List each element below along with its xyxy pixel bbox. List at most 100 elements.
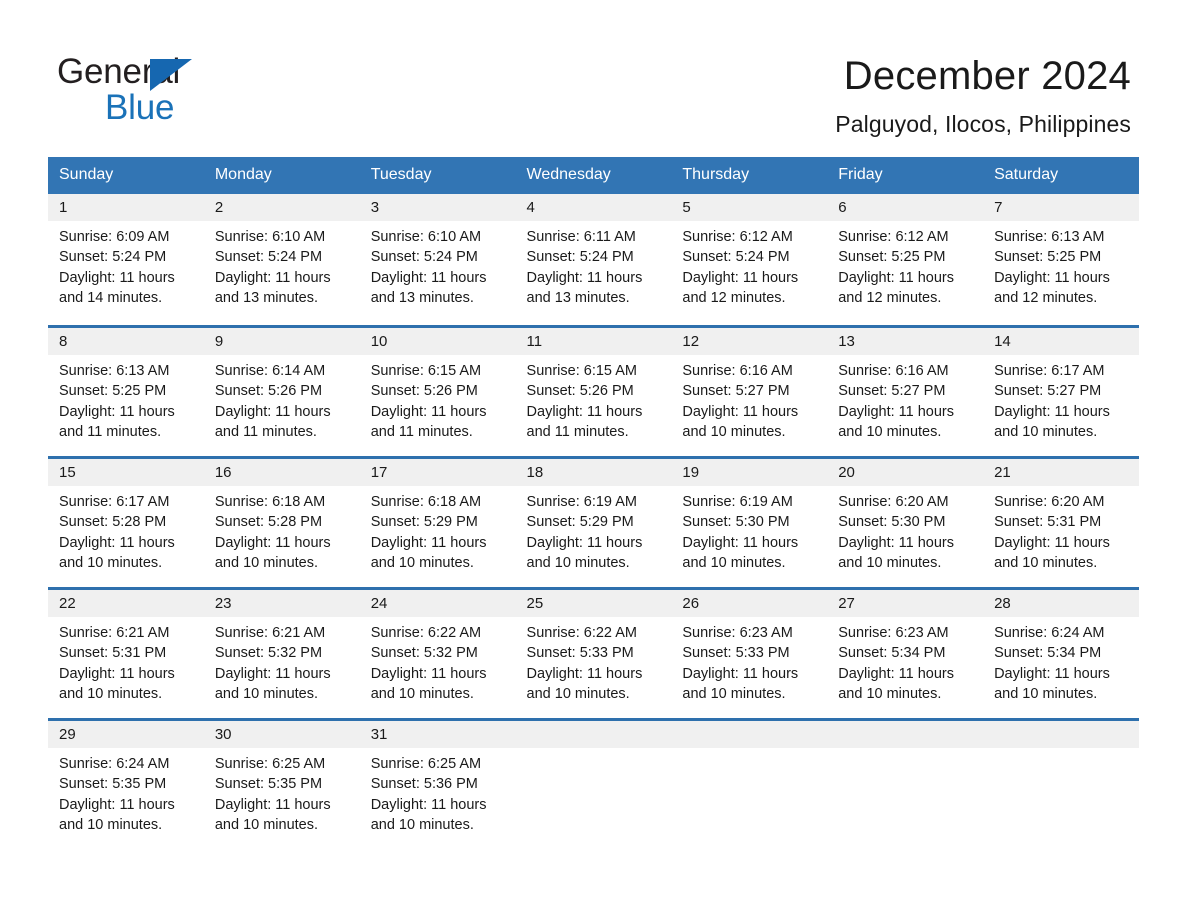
day-cell[interactable]: 14 Sunrise: 6:17 AM Sunset: 5:27 PM Dayligh… xyxy=(983,325,1139,456)
daylight-text-line1: Daylight: 11 hours xyxy=(214,665,331,682)
daylight-text-line1: Daylight: 11 hours xyxy=(214,534,331,551)
sunrise-text: Sunrise: 6:23 AM xyxy=(682,625,793,641)
sunrise-text: Sunrise: 6:09 AM xyxy=(59,229,170,245)
sunset-text: Sunset: 5:31 PM xyxy=(994,514,1102,531)
sunset-text: Sunset: 5:30 PM xyxy=(682,514,790,531)
daylight-text-line1: Daylight: 11 hours xyxy=(370,665,487,682)
day-cell-empty xyxy=(671,718,828,849)
day-number: 28 xyxy=(994,595,1011,612)
day-number: 20 xyxy=(838,464,855,481)
weekday-header-wednesday: Wednesday xyxy=(515,157,672,194)
sunrise-text: Sunrise: 6:20 AM xyxy=(838,494,949,510)
daylight-text-line1: Daylight: 11 hours xyxy=(526,269,643,286)
day-number: 21 xyxy=(994,464,1011,481)
day-cell[interactable]: 2 Sunrise: 6:10 AM Sunset: 5:24 PM Daylight… xyxy=(203,194,360,325)
daylight-text-line1: Daylight: 11 hours xyxy=(682,403,799,420)
day-cell[interactable]: 21 Sunrise: 6:20 AM Sunset: 5:31 PM Dayligh… xyxy=(983,456,1139,587)
day-cell[interactable]: 25 Sunrise: 6:22 AM Sunset: 5:33 PM Dayligh… xyxy=(515,587,672,718)
day-cell[interactable]: 26 Sunrise: 6:23 AM Sunset: 5:33 PM Dayligh… xyxy=(671,587,828,718)
day-cell[interactable]: 1 Sunrise: 6:09 AM Sunset: 5:24 PM Daylight… xyxy=(48,194,204,325)
day-cell[interactable]: 28 Sunrise: 6:24 AM Sunset: 5:34 PM Dayligh… xyxy=(983,587,1139,718)
sunset-text: Sunset: 5:27 PM xyxy=(838,383,946,400)
day-cell[interactable]: 18 Sunrise: 6:19 AM Sunset: 5:29 PM Dayligh… xyxy=(515,456,672,587)
sunset-text: Sunset: 5:24 PM xyxy=(370,249,478,266)
daylight-text-line1: Daylight: 11 hours xyxy=(59,534,175,551)
week-row: 1 Sunrise: 6:09 AM Sunset: 5:24 PM Daylight… xyxy=(48,194,1139,325)
title-block: December 2024 Palguyod, Ilocos, Philippi… xyxy=(835,50,1131,140)
daylight-text-line1: Daylight: 11 hours xyxy=(370,796,487,813)
day-cell[interactable]: 27 Sunrise: 6:23 AM Sunset: 5:34 PM Dayligh… xyxy=(827,587,984,718)
daylight-text-line1: Daylight: 11 hours xyxy=(838,665,955,682)
day-cell[interactable]: 17 Sunrise: 6:18 AM Sunset: 5:29 PM Dayligh… xyxy=(359,456,516,587)
daylight-text-line2: and 10 minutes. xyxy=(59,817,163,834)
day-cell[interactable]: 5 Sunrise: 6:12 AM Sunset: 5:24 PM Daylight… xyxy=(671,194,828,325)
day-number: 30 xyxy=(214,726,232,743)
weekday-header-row: Sunday Monday Tuesday Wednesday Thursday… xyxy=(48,157,1139,194)
sunrise-text: Sunrise: 6:12 AM xyxy=(838,229,949,245)
daylight-text-line1: Daylight: 11 hours xyxy=(59,665,175,682)
day-cell[interactable]: 23 Sunrise: 6:21 AM Sunset: 5:32 PM Dayligh… xyxy=(203,587,360,718)
daylight-text-line2: and 10 minutes. xyxy=(526,686,630,703)
sunrise-text: Sunrise: 6:21 AM xyxy=(59,625,170,641)
day-cell-empty xyxy=(827,718,984,849)
sunrise-text: Sunrise: 6:11 AM xyxy=(526,229,636,245)
sunset-text: Sunset: 5:27 PM xyxy=(994,383,1102,400)
day-number: 14 xyxy=(994,333,1011,350)
daylight-text-line2: and 10 minutes. xyxy=(214,686,319,703)
daylight-text-line2: and 14 minutes. xyxy=(59,290,163,307)
weekday-header-saturday: Saturday xyxy=(983,157,1139,194)
weekday-header-thursday: Thursday xyxy=(671,157,828,194)
day-cell[interactable]: 13 Sunrise: 6:16 AM Sunset: 5:27 PM Dayligh… xyxy=(827,325,984,456)
sunrise-text: Sunrise: 6:14 AM xyxy=(214,363,326,379)
sunset-text: Sunset: 5:24 PM xyxy=(214,249,323,266)
generalblue-logo[interactable]: General Blue xyxy=(57,52,357,132)
day-cell[interactable]: 30 Sunrise: 6:25 AM Sunset: 5:35 PM Dayligh… xyxy=(203,718,360,849)
day-cell[interactable]: 12 Sunrise: 6:16 AM Sunset: 5:27 PM Dayligh… xyxy=(671,325,828,456)
daylight-text-line2: and 11 minutes. xyxy=(526,424,629,441)
sunrise-text: Sunrise: 6:19 AM xyxy=(526,494,637,510)
logo-text-blue: Blue xyxy=(105,88,175,127)
sunset-text: Sunset: 5:24 PM xyxy=(526,249,634,266)
page-header: General Blue December 2024 Palguyod, Ilo… xyxy=(0,0,1188,150)
sunset-text: Sunset: 5:35 PM xyxy=(214,776,323,793)
day-cell[interactable]: 16 Sunrise: 6:18 AM Sunset: 5:28 PM Dayligh… xyxy=(203,456,360,587)
day-cell[interactable]: 20 Sunrise: 6:20 AM Sunset: 5:30 PM Dayligh… xyxy=(827,456,984,587)
day-cell[interactable]: 19 Sunrise: 6:19 AM Sunset: 5:30 PM Dayligh… xyxy=(671,456,828,587)
day-cell[interactable]: 6 Sunrise: 6:12 AM Sunset: 5:25 PM Daylight… xyxy=(827,194,984,325)
day-cell[interactable]: 24 Sunrise: 6:22 AM Sunset: 5:32 PM Dayligh… xyxy=(359,587,516,718)
sunset-text: Sunset: 5:33 PM xyxy=(526,645,634,662)
day-cell[interactable]: 10 Sunrise: 6:15 AM Sunset: 5:26 PM Dayligh… xyxy=(359,325,516,456)
calendar-page: General Blue December 2024 Palguyod, Ilo… xyxy=(0,0,1188,918)
day-number: 4 xyxy=(526,199,535,216)
daylight-text-line1: Daylight: 11 hours xyxy=(838,534,955,551)
day-cell[interactable]: 9 Sunrise: 6:14 AM Sunset: 5:26 PM Daylight… xyxy=(203,325,360,456)
sunset-text: Sunset: 5:31 PM xyxy=(59,645,167,662)
day-cell[interactable]: 22 Sunrise: 6:21 AM Sunset: 5:31 PM Dayligh… xyxy=(48,587,204,718)
daylight-text-line1: Daylight: 11 hours xyxy=(838,269,955,286)
daylight-text-line1: Daylight: 11 hours xyxy=(526,403,643,420)
day-number: 3 xyxy=(370,199,380,216)
daylight-text-line1: Daylight: 11 hours xyxy=(370,534,487,551)
day-cell[interactable]: 11 Sunrise: 6:15 AM Sunset: 5:26 PM Dayligh… xyxy=(515,325,672,456)
daylight-text-line2: and 10 minutes. xyxy=(994,424,1098,441)
sunset-text: Sunset: 5:26 PM xyxy=(214,383,323,400)
day-cell[interactable]: 3 Sunrise: 6:10 AM Sunset: 5:24 PM Daylight… xyxy=(359,194,516,325)
sunset-text: Sunset: 5:33 PM xyxy=(682,645,790,662)
day-number: 25 xyxy=(526,595,544,612)
day-cell[interactable]: 8 Sunrise: 6:13 AM Sunset: 5:25 PM Daylight… xyxy=(48,325,204,456)
day-number: 27 xyxy=(838,595,855,612)
day-number: 2 xyxy=(214,199,224,216)
daylight-text-line1: Daylight: 11 hours xyxy=(370,403,487,420)
sunrise-text: Sunrise: 6:17 AM xyxy=(994,363,1105,379)
day-cell[interactable]: 7 Sunrise: 6:13 AM Sunset: 5:25 PM Daylight… xyxy=(983,194,1139,325)
day-number: 23 xyxy=(214,595,232,612)
sunrise-text: Sunrise: 6:17 AM xyxy=(59,494,170,510)
day-cell[interactable]: 15 Sunrise: 6:17 AM Sunset: 5:28 PM Dayligh… xyxy=(48,456,204,587)
day-cell[interactable]: 31 Sunrise: 6:25 AM Sunset: 5:36 PM Dayligh… xyxy=(359,718,516,849)
daylight-text-line1: Daylight: 11 hours xyxy=(526,534,643,551)
daylight-text-line1: Daylight: 11 hours xyxy=(59,269,175,286)
daylight-text-line2: and 10 minutes. xyxy=(994,555,1098,572)
day-cell[interactable]: 4 Sunrise: 6:11 AM Sunset: 5:24 PM Daylight… xyxy=(515,194,672,325)
sunset-text: Sunset: 5:34 PM xyxy=(838,645,946,662)
day-cell[interactable]: 29 Sunrise: 6:24 AM Sunset: 5:35 PM Dayligh… xyxy=(48,718,204,849)
